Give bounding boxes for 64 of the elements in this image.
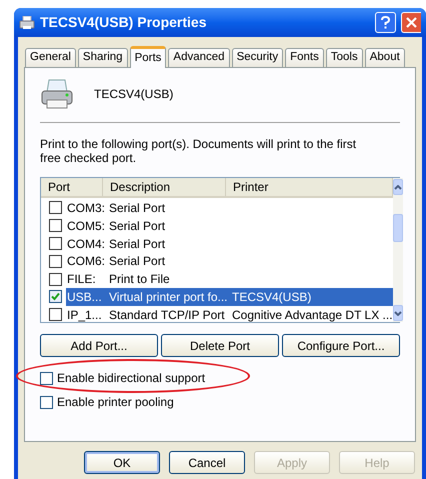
printer-icon: [19, 16, 35, 30]
checkbox[interactable]: [49, 272, 62, 286]
chevron-down-icon: [394, 310, 402, 316]
checkbox[interactable]: [40, 372, 53, 384]
checkbox[interactable]: [40, 396, 53, 408]
dialog-button[interactable]: OK: [84, 451, 160, 474]
checkbox[interactable]: [49, 201, 62, 214]
scrollbar[interactable]: [392, 178, 403, 322]
table-cell-text: COM3:: [66, 200, 106, 217]
list-row[interactable]: COM4: Serial Port: [66, 234, 393, 252]
dialog-button[interactable]: Cancel: [169, 451, 245, 474]
close-button[interactable]: [401, 12, 421, 33]
table-cell-text: Serial Port: [109, 200, 166, 217]
printer-icon: [40, 78, 74, 110]
checkbox[interactable]: [49, 290, 62, 304]
table-cell-text: IP_1...: [66, 306, 103, 324]
tab[interactable]: Sharing: [78, 48, 128, 67]
table-cell-text: COM4:: [66, 236, 106, 252]
tab[interactable]: Advanced: [168, 48, 230, 67]
list-row[interactable]: FILE: Print to File: [66, 270, 393, 288]
help-button[interactable]: [375, 12, 396, 33]
close-icon: [406, 17, 417, 28]
table-cell-text: Standard TCP/IP Port: [109, 306, 226, 324]
tab[interactable]: Ports: [130, 46, 166, 68]
table-cell-text: Serial Port: [109, 236, 166, 252]
port-button[interactable]: Add Port...: [40, 334, 158, 357]
list-row[interactable]: IP_1... Standard TCP/IP Port Cognitive Advantage DT LX ...: [66, 306, 393, 324]
question-icon: [381, 16, 390, 29]
list-row[interactable]: USB... Virtual printer port fo... TECSV4(USB): [66, 288, 393, 306]
checkbox[interactable]: [49, 219, 62, 232]
scroll-thumb[interactable]: [392, 214, 403, 242]
table-cell-text: COM6:: [66, 253, 106, 270]
table-cell-text: Cognitive Advantage DT LX ...: [232, 306, 393, 324]
table-cell-text: Virtual printer port fo...: [109, 288, 228, 306]
table-cell-text: TECSV4(USB): [232, 288, 312, 306]
tab[interactable]: Tools: [326, 48, 363, 67]
tab[interactable]: General: [25, 48, 76, 67]
table-cell-text: Print to File: [109, 271, 171, 288]
table-cell-text: Serial Port: [109, 218, 166, 235]
option-label: Enable printer pooling: [57, 394, 174, 411]
list-row[interactable]: COM5: Serial Port: [66, 216, 393, 235]
tab[interactable]: About: [364, 48, 405, 67]
instruction-text: Print to the following port(s). Documents will print to the first free checked port.: [40, 137, 358, 165]
checkbox[interactable]: [49, 236, 62, 250]
port-button[interactable]: Delete Port: [161, 334, 279, 357]
checkbox[interactable]: [49, 308, 62, 322]
table-cell-text: USB...: [66, 288, 103, 306]
checkbox[interactable]: [49, 254, 62, 268]
tab[interactable]: Fonts: [285, 48, 324, 67]
option-label: Enable bidirectional support: [57, 370, 206, 387]
table-cell-text: FILE:: [66, 271, 97, 288]
scroll-down-button[interactable]: [392, 305, 403, 321]
table-cell-text: Serial Port: [109, 253, 166, 270]
column-header[interactable]: Port: [41, 178, 103, 196]
printer-name: TECSV4(USB): [94, 86, 174, 103]
scroll-up-button[interactable]: [392, 179, 403, 195]
window-title: TECSV4(USB) Properties: [40, 13, 208, 32]
table-cell-text: COM5:: [66, 218, 106, 235]
chevron-up-icon: [394, 184, 402, 190]
list-row[interactable]: COM6: Serial Port: [66, 252, 393, 270]
port-button[interactable]: Configure Port...: [282, 334, 400, 357]
list-row[interactable]: COM3: Serial Port: [66, 199, 393, 217]
column-header[interactable]: Description: [103, 178, 226, 196]
tab[interactable]: Security: [232, 48, 284, 67]
